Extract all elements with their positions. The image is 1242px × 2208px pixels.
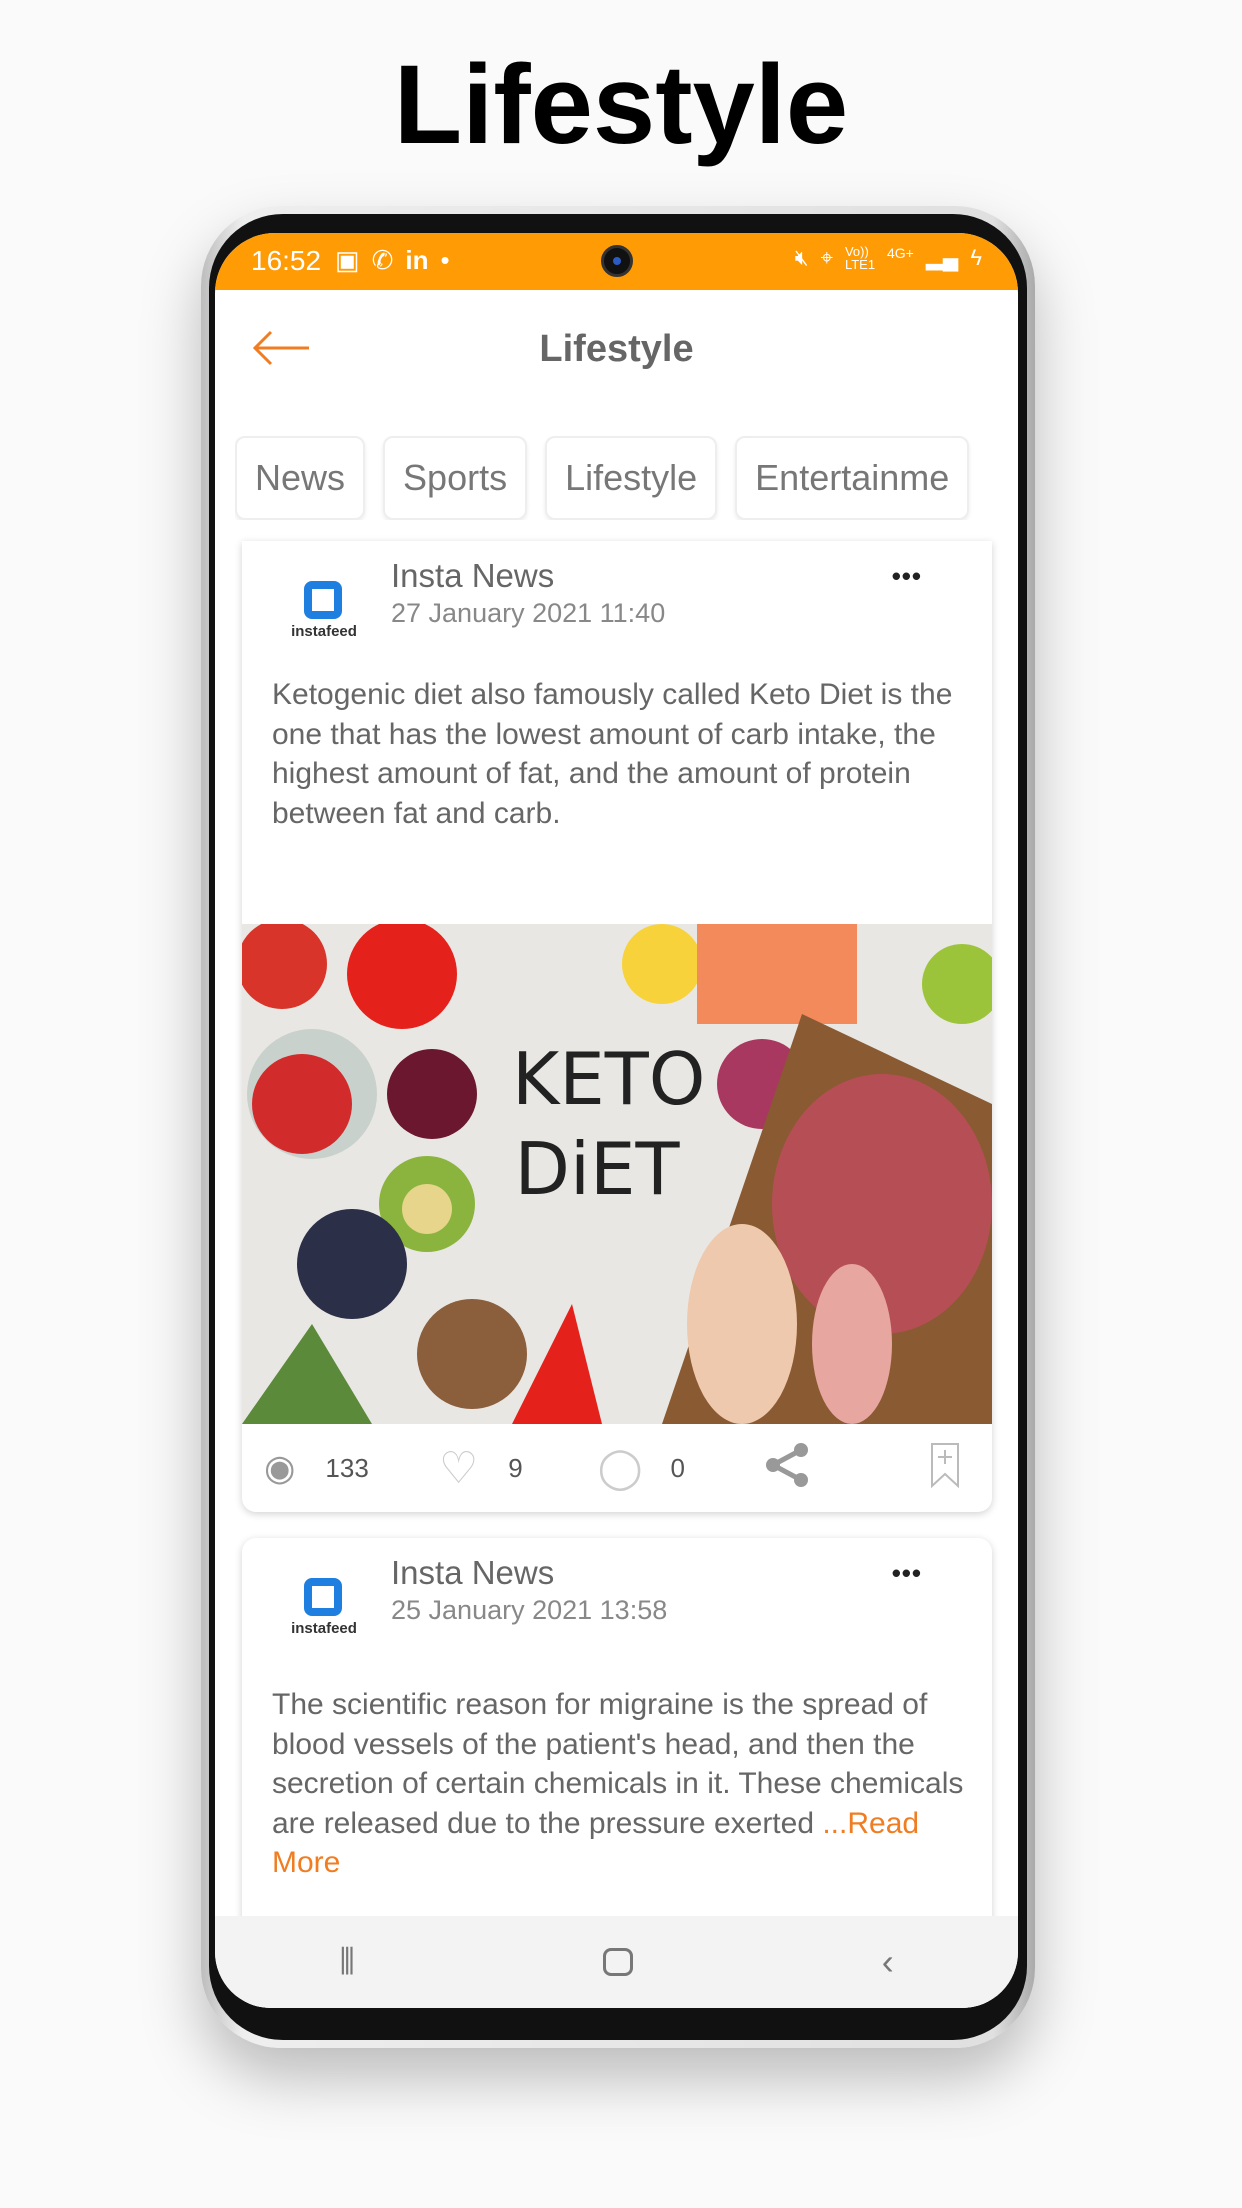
post-text: The scientific reason for migraine is th… [272,1688,964,1879]
image-lettering: KETO DiET [512,1037,706,1211]
avatar: instafeed [284,1578,364,1648]
post-text: Ketogenic diet also famously called Keto… [272,678,953,830]
gallery-icon: ▣ [335,245,360,275]
share-button[interactable] [765,1442,811,1495]
mute-icon: 🔇︎ [794,245,809,270]
category-tabs: News Sports Lifestyle Entertainme [235,436,1018,520]
post-card[interactable]: instafeed Insta News 27 January 2021 11:… [242,541,992,1512]
home-button[interactable] [603,1948,634,1976]
tab-sports[interactable]: Sports [383,436,528,520]
more-options-icon[interactable]: ••• [892,1558,922,1589]
eye-icon: ◉ [264,1447,296,1488]
post-source: Insta News [391,1554,555,1591]
camera-cutout [601,245,633,277]
status-time: 16:52 [251,245,322,276]
tab-news[interactable]: News [235,436,366,520]
signal-icon: ▂▄ [925,245,959,270]
network-label: 4G+ [886,245,914,261]
back-nav-button[interactable]: ‹ [882,1941,894,1983]
recent-apps-button[interactable]: ⦀ [339,1941,355,1984]
post-actions: ◉ 133 ♡ 9 ◯ 0 [242,1424,992,1512]
post-image[interactable]: KETO DiET [242,924,992,1424]
battery-charging-icon: ϟ [970,245,982,270]
app-screen: 16:52 ▣ ✆ in • 🔇︎ ⌖ Vo)) LTE1 4G+ ▂▄ ϟ L… [215,233,1018,2008]
arrow-left-icon [252,330,309,366]
comment-button[interactable]: ◯ [598,1445,643,1491]
comments-count: 0 [670,1452,685,1483]
dot-icon: • [440,245,450,275]
location-icon: ⌖ [820,245,833,270]
header-title: Lifestyle [539,328,694,370]
avatar: instafeed [284,581,364,651]
post-date: 25 January 2021 13:58 [391,1595,668,1625]
tab-lifestyle[interactable]: Lifestyle [545,436,718,520]
post-source: Insta News [391,557,555,594]
bookmark-add-icon [931,1442,959,1488]
bookmark-button[interactable] [930,1442,960,1495]
likes-count: 9 [508,1452,523,1483]
tab-entertainment[interactable]: Entertainme [735,436,970,520]
linkedin-icon: in [405,245,429,275]
volte-icon: Vo)) LTE1 [844,244,876,272]
status-bar: 16:52 ▣ ✆ in • 🔇︎ ⌖ Vo)) LTE1 4G+ ▂▄ ϟ [215,233,1018,290]
like-button[interactable]: ♡ [439,1443,478,1494]
page-title: Lifestyle [393,42,849,167]
views-count: 133 [325,1452,369,1483]
post-date: 27 January 2021 11:40 [391,598,666,628]
back-button[interactable] [251,328,311,368]
more-options-icon[interactable]: ••• [892,561,922,592]
app-header: Lifestyle [215,290,1018,405]
share-icon [765,1442,808,1487]
whatsapp-icon: ✆ [371,245,394,275]
system-nav-bar: ⦀ ‹ [215,1916,1018,2008]
